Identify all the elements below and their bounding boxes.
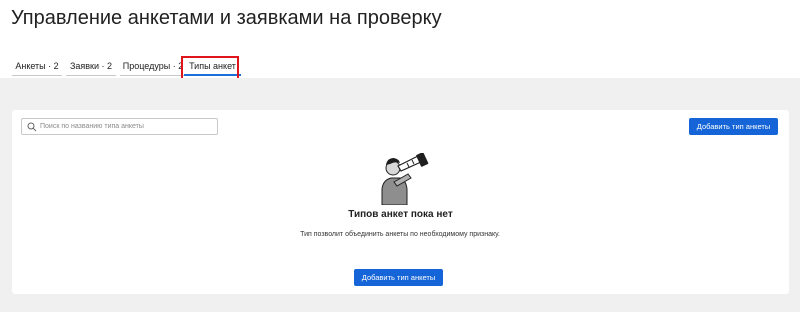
person-with-telescope-illustration	[381, 153, 429, 205]
content-card: Добавить тип анкеты Типов анкет пока нет…	[12, 110, 789, 294]
tab-tipy-anket[interactable]: Типы анкет	[184, 56, 241, 76]
search-input[interactable]	[40, 120, 215, 133]
search-icon	[27, 122, 37, 132]
empty-state-title: Типов анкет пока нет	[348, 209, 453, 220]
search-field[interactable]	[21, 118, 218, 135]
tab-procedury[interactable]: Процедуры · 2	[120, 56, 186, 76]
tab-anketi[interactable]: Анкеты · 2	[12, 56, 62, 76]
page-title: Управление анкетами и заявками на провер…	[11, 7, 442, 29]
tab-zayavki[interactable]: Заявки · 2	[66, 56, 116, 76]
add-type-button[interactable]: Добавить тип анкеты	[689, 118, 778, 135]
empty-state-description: Тип позволит объединить анкеты по необхо…	[300, 231, 500, 238]
add-type-button-empty-state[interactable]: Добавить тип анкеты	[354, 269, 443, 286]
